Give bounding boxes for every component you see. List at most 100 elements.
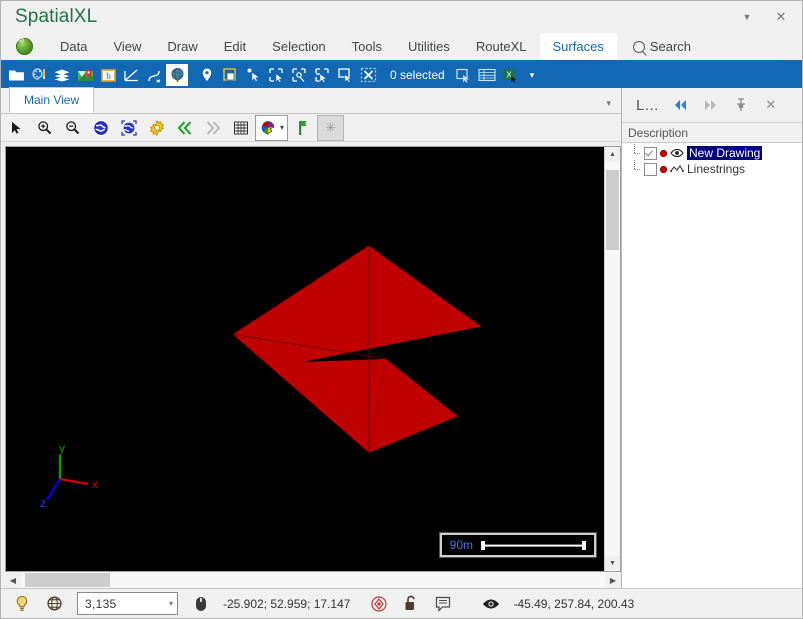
layers-stack-icon (54, 69, 70, 82)
table-view-button[interactable] (476, 64, 498, 86)
pointer-tool-icon (12, 121, 21, 134)
move-node-button[interactable] (288, 64, 310, 86)
panel-close-button[interactable]: ✕ (757, 92, 785, 118)
title-bar: SpatialXL ▼ ✕ (1, 1, 802, 33)
window-close-button[interactable]: ✕ (764, 2, 798, 32)
tab-label: Edit (223, 39, 247, 54)
doc-tabs-overflow-button[interactable]: ▾ (606, 98, 611, 109)
document-area: Main View ▾ ▾ ✳ y x z 90m ▲ ▼ ◀ ▶ (1, 87, 621, 588)
window-select-button[interactable] (219, 64, 241, 86)
vscroll-thumb[interactable] (606, 170, 619, 250)
pointer-tool-button[interactable] (3, 115, 30, 141)
hscroll-thumb[interactable] (25, 573, 110, 587)
ribbon-tab-edit[interactable]: Edit (211, 33, 259, 60)
table-view-icon (478, 68, 496, 82)
linestring-icon[interactable] (670, 163, 684, 175)
layers-stack-button[interactable] (51, 64, 73, 86)
tree-item-linestrings[interactable]: Linestrings (622, 160, 802, 177)
globe-button[interactable] (166, 64, 188, 86)
panel-forward-button[interactable] (697, 92, 725, 118)
previous-view-button[interactable] (171, 115, 198, 141)
scale-bar-graphic (481, 540, 586, 550)
globe-wireframe-button[interactable] (39, 592, 69, 616)
tab-label: Selection (272, 39, 326, 54)
tab-main-view[interactable]: Main View (9, 87, 95, 113)
chevron-down-icon: ▾ (168, 599, 173, 608)
snap-target-button[interactable] (364, 592, 394, 616)
scroll-right-button[interactable]: ▶ (605, 572, 621, 588)
tree-visibility-checkbox[interactable] (644, 146, 657, 160)
palette-brush-button[interactable] (28, 64, 50, 86)
curve-tool-button[interactable] (143, 64, 165, 86)
boundary-button[interactable]: b (97, 64, 119, 86)
ribbon-tab-data[interactable]: Data (47, 33, 100, 60)
delete-node-button[interactable] (311, 64, 333, 86)
excel-export-button[interactable]: X (499, 64, 521, 86)
eye-visible-icon[interactable] (670, 147, 684, 159)
app-title: SpatialXL (15, 6, 98, 27)
x-axis-line (59, 477, 89, 486)
toolbar-overflow-button[interactable]: ▾ (522, 70, 543, 81)
chevron-down-icon: ▼ (742, 12, 752, 22)
scale-bar-label: 90m (449, 538, 473, 552)
ribbon-tab-surfaces[interactable]: Surfaces (539, 33, 618, 62)
viewport-vscrollbar[interactable]: ▲ ▼ (604, 147, 620, 571)
next-view-button[interactable] (199, 115, 226, 141)
app-logo[interactable] (1, 33, 47, 60)
annotation-icon (436, 596, 451, 612)
tree-item-label: Linestrings (687, 162, 746, 176)
tree-visibility-checkbox[interactable] (644, 162, 657, 176)
measure-angle-button[interactable] (120, 64, 142, 86)
ribbon-tab-routexl[interactable]: RouteXL (463, 33, 540, 60)
axis-triad: y x z (40, 443, 98, 510)
layers-panel: L... ✕ Description New Drawing Linestrin… (621, 88, 802, 588)
add-node-icon (269, 68, 284, 83)
open-folder-button[interactable] (5, 64, 27, 86)
map-pin-icon (77, 69, 93, 81)
globe-view-button[interactable] (87, 115, 114, 141)
add-node-button[interactable] (265, 64, 287, 86)
column-header-description: Description (628, 125, 689, 140)
globe-fit-button[interactable] (115, 115, 142, 141)
select-window-button[interactable] (453, 64, 475, 86)
hscroll-track[interactable] (21, 572, 605, 588)
viewport-hscrollbar[interactable]: ◀ ▶ (5, 572, 621, 588)
panel-pin-button[interactable] (727, 92, 755, 118)
unlock-icon (405, 595, 416, 610)
clear-selection-button[interactable] (357, 64, 379, 86)
ribbon-tab-draw[interactable]: Draw (154, 33, 210, 60)
svg-text:b: b (106, 71, 111, 81)
unlock-button[interactable] (396, 592, 426, 616)
scroll-down-button[interactable]: ▼ (605, 556, 620, 571)
vscroll-track[interactable] (605, 162, 620, 556)
tree-color-swatch[interactable] (660, 149, 667, 157)
panel-back-button[interactable] (667, 92, 695, 118)
3d-canvas[interactable]: y x z 90m (6, 147, 604, 571)
grid-toggle-button[interactable] (227, 115, 254, 141)
color-palette-icon (261, 121, 275, 135)
tree-item-new-drawing[interactable]: New Drawing (622, 144, 802, 161)
lightbulb-button[interactable] (7, 592, 37, 616)
map-pin-button[interactable] (74, 64, 96, 86)
settings-gear-button[interactable] (143, 115, 170, 141)
ribbon-tab-tools[interactable]: Tools (339, 33, 395, 60)
globe-logo-icon (15, 38, 33, 55)
scroll-up-button[interactable]: ▲ (605, 147, 620, 162)
color-palette-dropdown[interactable]: ▾ (255, 114, 289, 141)
annotation-button[interactable] (428, 592, 458, 616)
scroll-left-button[interactable]: ◀ (5, 572, 21, 588)
scale-dropdown[interactable]: 3,135 ▾ (77, 592, 178, 615)
ribbon-tab-utilities[interactable]: Utilities (395, 33, 463, 60)
titlebar-dropdown-button[interactable]: ▼ (730, 2, 764, 32)
point-select-button[interactable] (242, 64, 264, 86)
zoom-in-button[interactable] (31, 115, 58, 141)
zoom-out-button[interactable] (59, 115, 86, 141)
search-box[interactable]: Search (617, 33, 701, 60)
asterisk-button[interactable]: ✳ (317, 114, 345, 141)
tree-color-swatch[interactable] (660, 165, 667, 173)
flag-marker-button[interactable] (289, 115, 316, 141)
ribbon-tab-view[interactable]: View (100, 33, 154, 60)
location-pin-button[interactable] (196, 64, 218, 86)
ribbon-tab-selection[interactable]: Selection (259, 33, 338, 60)
box-node-button[interactable] (334, 64, 356, 86)
